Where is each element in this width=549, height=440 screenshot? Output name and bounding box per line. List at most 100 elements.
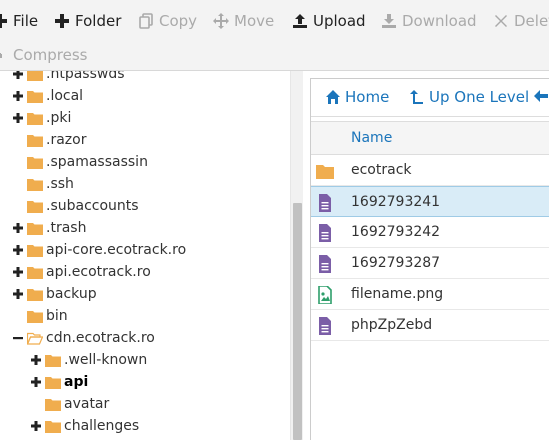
- tree-scrollbar[interactable]: [290, 71, 303, 440]
- tree-item[interactable]: .local: [12, 85, 83, 107]
- tree-scrollbar-thumb[interactable]: [293, 203, 302, 440]
- up-one-level-button[interactable]: Up One Level: [409, 88, 529, 106]
- tree-item[interactable]: .htpasswds: [12, 71, 125, 85]
- download-icon: [382, 14, 396, 28]
- file-name: 1692793241: [351, 194, 441, 210]
- tree-item-label: api.ecotrack.ro: [46, 264, 151, 280]
- folder-tree: .htpasswds .local .pki .razor .spamassassin.…: [0, 71, 290, 440]
- tree-item[interactable]: .pki: [12, 107, 71, 129]
- expand-icon[interactable]: [12, 244, 24, 256]
- expand-icon[interactable]: [12, 90, 24, 102]
- file-name: phpZpZebd: [351, 317, 433, 333]
- tree-item-label: .local: [46, 88, 84, 104]
- expand-icon[interactable]: [12, 222, 24, 234]
- tree-item-label: api-core.ecotrack.ro: [46, 242, 187, 258]
- folder-open-icon: [27, 332, 43, 345]
- home-button[interactable]: Home: [325, 88, 389, 106]
- file-row[interactable]: 1692793242: [311, 217, 549, 248]
- folder-icon: [27, 310, 43, 323]
- copy-icon: [139, 13, 153, 29]
- folder-icon: [27, 266, 43, 279]
- expand-icon[interactable]: [12, 266, 24, 278]
- tree-item-label: challenges: [64, 418, 140, 434]
- tree-item-label: avatar: [64, 396, 110, 412]
- delete-icon: [495, 15, 507, 27]
- tree-item[interactable]: .razor: [12, 129, 86, 151]
- copy-label: Copy: [159, 12, 198, 30]
- up-one-level-label: Up One Level: [429, 88, 530, 106]
- tree-item-label: api: [64, 374, 89, 390]
- text-file-icon: [319, 317, 331, 335]
- tree-item[interactable]: backup: [12, 283, 97, 305]
- expand-icon[interactable]: [12, 288, 24, 300]
- expand-icon[interactable]: [12, 112, 24, 124]
- tree-item-label: .trash: [46, 220, 87, 236]
- tree-item[interactable]: .ssh: [12, 173, 74, 195]
- level-up-icon: [410, 90, 423, 104]
- folder-icon: [316, 165, 334, 179]
- arrow-left-icon: [534, 90, 548, 102]
- folder-icon: [27, 244, 43, 257]
- back-button[interactable]: [533, 88, 549, 104]
- upload-icon: [293, 14, 307, 28]
- expand-icon[interactable]: [30, 420, 42, 432]
- collapse-icon[interactable]: [12, 332, 24, 344]
- tree-item[interactable]: .subaccounts: [12, 195, 139, 217]
- folder-icon: [27, 156, 43, 169]
- file-row[interactable]: 1692793287: [311, 248, 549, 279]
- navigation-bar: Home Up One Level: [311, 79, 549, 117]
- expand-icon[interactable]: [12, 71, 24, 80]
- tree-item-label: .well-known: [64, 352, 148, 368]
- move-icon: [213, 13, 229, 29]
- new-folder-label: Folder: [75, 12, 122, 30]
- folder-icon: [45, 398, 61, 411]
- file-row[interactable]: filename.png: [311, 279, 549, 310]
- tree-item-label: .spamassassin: [46, 154, 148, 170]
- expand-icon[interactable]: [30, 376, 42, 388]
- tree-item[interactable]: .well-known: [30, 349, 147, 371]
- folder-icon: [27, 222, 43, 235]
- plus-icon: [55, 14, 69, 28]
- tree-item-label: .subaccounts: [46, 198, 139, 214]
- file-name: 1692793242: [351, 224, 441, 240]
- move-button[interactable]: Move: [213, 11, 274, 31]
- text-file-icon: [319, 224, 331, 242]
- copy-button[interactable]: Copy: [138, 11, 197, 31]
- folder-icon: [27, 134, 43, 147]
- folder-icon: [45, 376, 61, 389]
- tree-item[interactable]: api-core.ecotrack.ro: [12, 239, 186, 261]
- folder-icon: [45, 354, 61, 367]
- tree-item[interactable]: .trash: [12, 217, 86, 239]
- upload-button[interactable]: Upload: [292, 11, 366, 31]
- new-folder-button[interactable]: Folder: [54, 11, 121, 31]
- tree-item[interactable]: cdn.ecotrack.ro: [12, 327, 155, 349]
- file-row[interactable]: 1692793241: [311, 186, 549, 217]
- file-row[interactable]: ecotrack: [311, 155, 549, 186]
- image-file-icon: [318, 286, 332, 304]
- folder-icon: [27, 90, 43, 103]
- compress-label: Compress: [13, 46, 88, 64]
- file-list-panel: Home Up One Level Name ecotrack 169279324…: [310, 78, 549, 440]
- upload-label: Upload: [313, 12, 366, 30]
- delete-button[interactable]: Delete: [493, 11, 549, 31]
- toolbar: File Folder Copy Move Upload Download De…: [0, 0, 549, 71]
- folder-icon: [27, 178, 43, 191]
- text-file-icon: [319, 255, 331, 273]
- file-row[interactable]: phpZpZebd: [311, 310, 549, 341]
- home-icon: [326, 90, 340, 104]
- expand-icon[interactable]: [30, 354, 42, 366]
- compress-button[interactable]: Compress: [0, 45, 87, 65]
- tree-item[interactable]: challenges: [30, 415, 139, 437]
- download-button[interactable]: Download: [381, 11, 477, 31]
- tree-item[interactable]: api.ecotrack.ro: [12, 261, 151, 283]
- new-file-button[interactable]: File: [0, 11, 38, 31]
- tree-item[interactable]: .spamassassin: [12, 151, 148, 173]
- new-file-label: File: [13, 12, 39, 30]
- tree-item[interactable]: api: [30, 371, 88, 393]
- file-name: 1692793287: [351, 255, 441, 271]
- text-file-icon: [319, 194, 331, 212]
- tree-item[interactable]: bin: [12, 305, 68, 327]
- compress-icon: [0, 53, 2, 58]
- name-column-header[interactable]: Name: [351, 130, 392, 146]
- tree-item[interactable]: avatar: [30, 393, 109, 415]
